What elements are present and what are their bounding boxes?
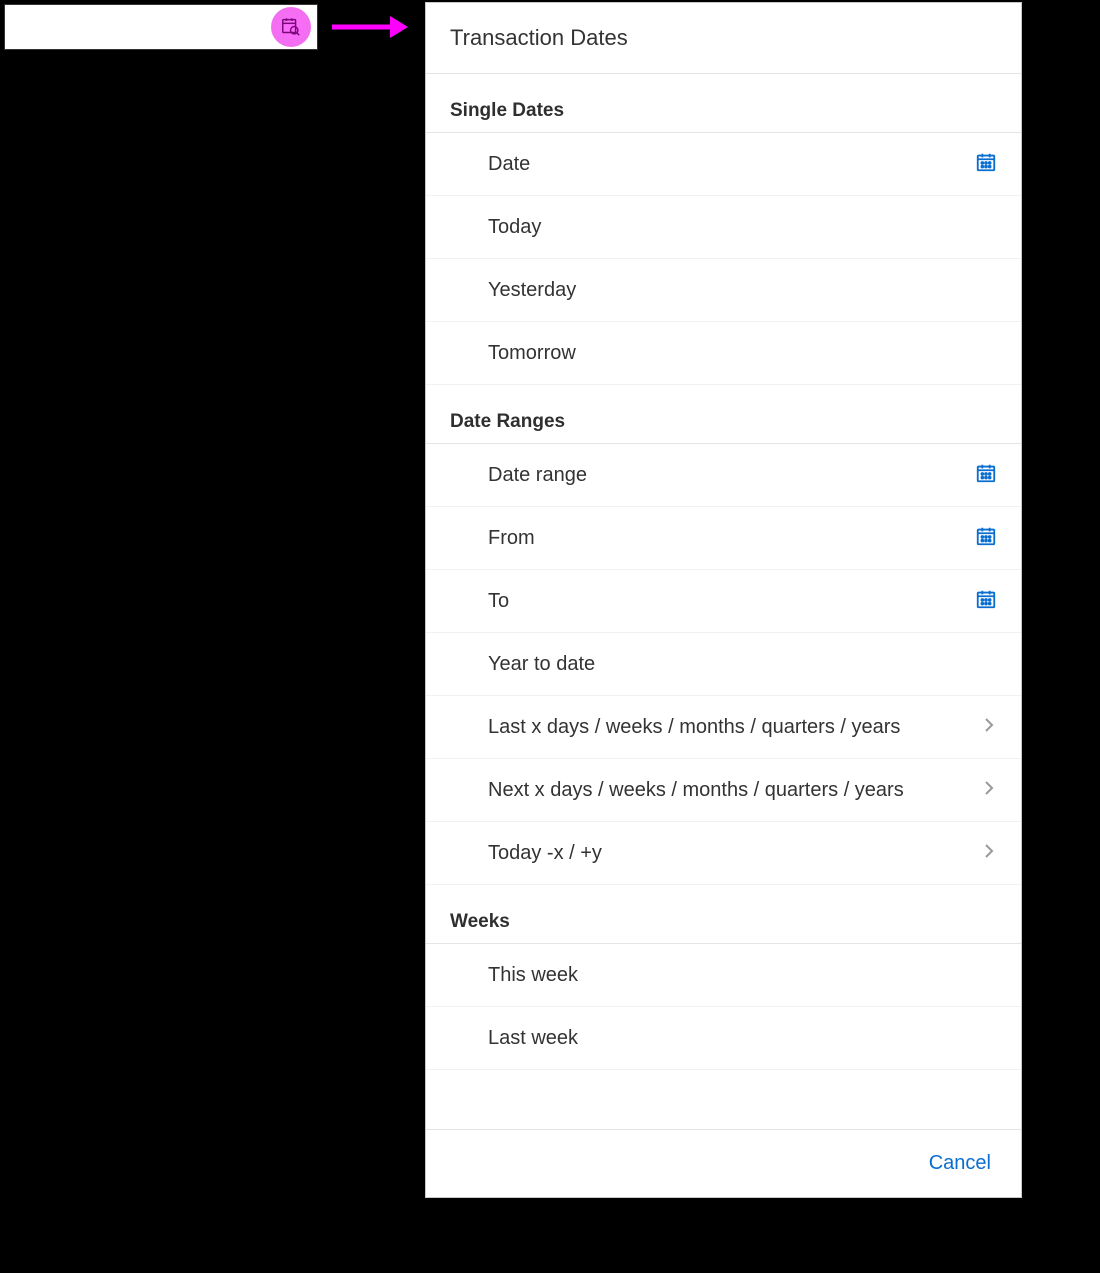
- option-year-to-date[interactable]: Year to date: [426, 633, 1021, 696]
- option-today-xy[interactable]: Today -x / +y: [426, 822, 1021, 885]
- option-last-x[interactable]: Last x days / weeks / months / quarters …: [426, 696, 1021, 759]
- chevron-right-icon: [981, 843, 997, 864]
- panel-footer: Cancel: [426, 1129, 1021, 1197]
- option-label: Date range: [488, 450, 595, 500]
- option-today[interactable]: Today: [426, 196, 1021, 259]
- chevron-right-icon: [981, 780, 997, 801]
- option-label: Last week: [488, 1013, 586, 1063]
- date-input-trigger[interactable]: [4, 4, 318, 50]
- panel-body: Single Dates Date Today Yesterday Tomorr…: [426, 74, 1021, 1129]
- option-label: Today -x / +y: [488, 828, 610, 878]
- group-header-single: Single Dates: [426, 74, 1021, 133]
- option-label: Year to date: [488, 639, 603, 689]
- group-header-weeks: Weeks: [426, 885, 1021, 944]
- group-header-ranges: Date Ranges: [426, 385, 1021, 444]
- option-yesterday[interactable]: Yesterday: [426, 259, 1021, 322]
- option-label: Date: [488, 139, 538, 189]
- option-label: From: [488, 513, 543, 563]
- option-label: Tomorrow: [488, 328, 584, 378]
- option-date[interactable]: Date: [426, 133, 1021, 196]
- option-label: Next x days / weeks / months / quarters …: [488, 765, 912, 815]
- option-label: Yesterday: [488, 265, 584, 315]
- option-to[interactable]: To: [426, 570, 1021, 633]
- calendar-icon: [975, 525, 997, 552]
- option-label: To: [488, 576, 517, 626]
- calendar-icon: [975, 588, 997, 615]
- option-label: Last x days / weeks / months / quarters …: [488, 702, 908, 752]
- calendar-icon: [975, 151, 997, 178]
- panel-title: Transaction Dates: [426, 3, 1021, 74]
- option-tomorrow[interactable]: Tomorrow: [426, 322, 1021, 385]
- option-last-week[interactable]: Last week: [426, 1007, 1021, 1070]
- option-next-x[interactable]: Next x days / weeks / months / quarters …: [426, 759, 1021, 822]
- calendar-icon: [975, 462, 997, 489]
- transaction-dates-panel: Transaction Dates Single Dates Date Toda…: [425, 2, 1022, 1198]
- option-date-range[interactable]: Date range: [426, 444, 1021, 507]
- option-from[interactable]: From: [426, 507, 1021, 570]
- option-this-week[interactable]: This week: [426, 944, 1021, 1007]
- cancel-button[interactable]: Cancel: [923, 1148, 997, 1179]
- chevron-right-icon: [981, 717, 997, 738]
- option-label: This week: [488, 950, 586, 1000]
- calendar-search-icon: [271, 7, 311, 47]
- arrow-icon: [330, 12, 410, 42]
- option-label: Today: [488, 202, 549, 252]
